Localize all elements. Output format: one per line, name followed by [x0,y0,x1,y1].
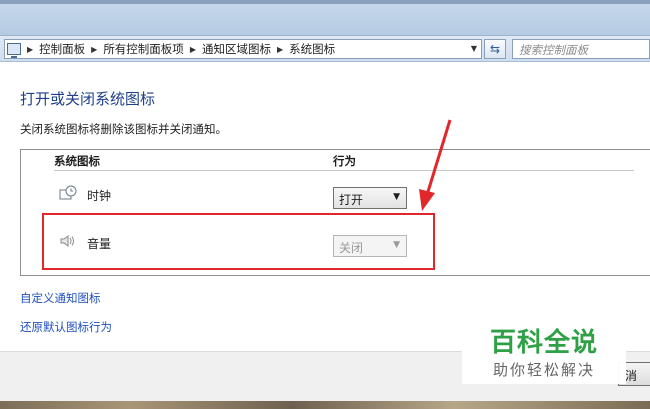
watermark-main-text: 百科全说 [489,328,598,358]
dropdown-arrow-icon: ▼ [393,192,400,202]
main-content: 打开或关闭系统图标 关闭系统图标将删除该图标并关闭通知。 系统图标 行为 时钟 … [0,63,650,351]
restore-default-icon-behavior-link[interactable]: 还原默认图标行为 [20,319,112,335]
customize-notification-icons-link[interactable]: 自定义通知图标 [20,290,101,306]
watermark-sub-text: 助你轻松解决 [492,361,595,379]
clock-behavior-select[interactable]: 打开 ▼ [333,187,407,209]
breadcrumb: ▶ 控制面板 ▶ 所有控制面板项 ▶ 通知区域图标 ▶ 系统图标 [21,41,335,57]
page-title: 打开或关闭系统图标 [20,90,156,108]
breadcrumb-control-panel[interactable]: 控制面板 [39,41,85,57]
breadcrumb-all-items[interactable]: 所有控制面板项 [103,41,184,57]
address-dropdown-icon[interactable]: ▼ [471,44,477,53]
window-title-bar [0,0,650,36]
refresh-button[interactable]: ⇆ [484,39,506,59]
desktop-background-strip [0,401,650,409]
clock-behavior-value: 打开 [339,193,364,207]
address-bar[interactable]: ▶ 控制面板 ▶ 所有控制面板项 ▶ 通知区域图标 ▶ 系统图标 ▼ [4,39,482,59]
chevron-right-icon: ▶ [27,44,34,54]
clock-label: 时钟 [87,189,112,203]
address-toolbar: ▶ 控制面板 ▶ 所有控制面板项 ▶ 通知区域图标 ▶ 系统图标 ▼ ⇆ 搜索控… [0,36,650,62]
clock-icon [59,185,77,200]
column-header-icon: 系统图标 [54,154,100,168]
column-header-behavior: 行为 [333,154,356,168]
control-panel-icon [7,43,21,58]
breadcrumb-system-icons[interactable]: 系统图标 [289,41,335,57]
refresh-icon: ⇆ [489,42,501,56]
chevron-right-icon[interactable]: ▶ [91,45,97,54]
annotation-arrow [419,119,452,211]
chevron-right-icon[interactable]: ▶ [277,45,283,54]
breadcrumb-notification-icons[interactable]: 通知区域图标 [202,41,271,57]
annotation-highlight-box [42,213,435,270]
header-divider [54,170,634,171]
watermark-logo: 百科全说 助你轻松解决 [462,320,626,384]
window-top-edge [0,0,650,4]
chevron-right-icon[interactable]: ▶ [190,45,196,54]
cancel-button-label: 消 [625,369,638,383]
search-placeholder: 搜索控制面板 [519,43,588,57]
page-description: 关闭系统图标将删除该图标并关闭通知。 [20,122,227,136]
search-input[interactable]: 搜索控制面板 [512,39,650,59]
